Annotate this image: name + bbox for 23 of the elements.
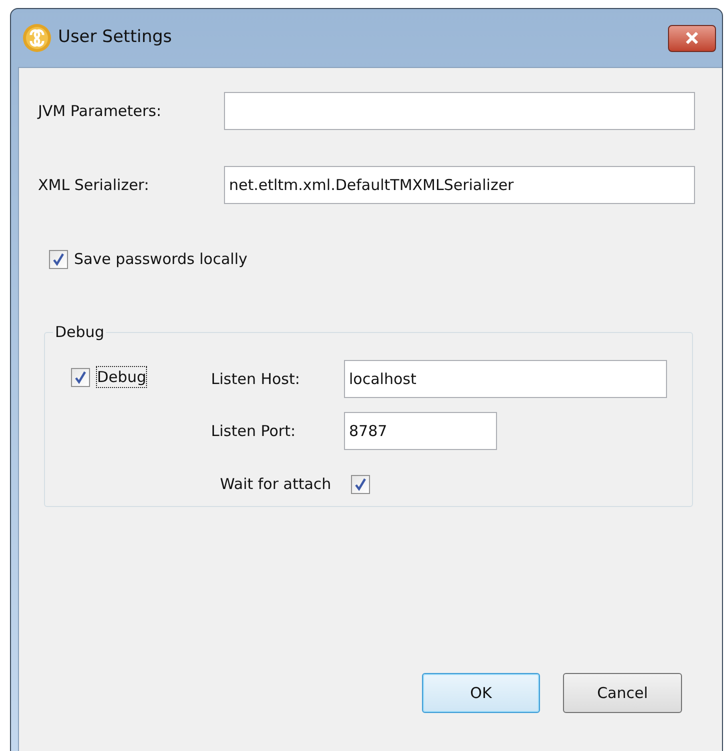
field-label: XML Serializer: <box>38 174 150 196</box>
checkbox-label: Wait for attach <box>220 474 332 495</box>
checkbox[interactable] <box>49 250 68 269</box>
text-field[interactable]: localhost <box>344 360 667 398</box>
window-title: User Settings <box>58 26 172 50</box>
field-label: Listen Host: <box>211 368 301 390</box>
checkbox-label: Debug <box>96 366 148 388</box>
text-field[interactable]: net.etltm.xml.DefaultTMXMLSerializer <box>224 166 695 204</box>
checkmark-icon <box>74 370 87 384</box>
field-label: Listen Port: <box>211 420 297 442</box>
text-field[interactable]: 8787 <box>344 412 497 450</box>
checkbox-label: Save passwords locally <box>74 249 248 270</box>
checkbox[interactable] <box>71 368 90 386</box>
checkmark-icon <box>52 252 65 266</box>
text-field[interactable] <box>224 92 695 130</box>
checkmark-icon <box>354 478 368 491</box>
close-button[interactable] <box>668 24 716 52</box>
dialog-button[interactable]: Cancel <box>563 673 682 713</box>
checkbox[interactable] <box>351 474 370 494</box>
dialog-button[interactable]: OK <box>422 673 540 713</box>
field-label: JVM Parameters: <box>38 100 162 122</box>
app-logo-icon <box>22 23 52 53</box>
close-icon <box>684 32 700 44</box>
